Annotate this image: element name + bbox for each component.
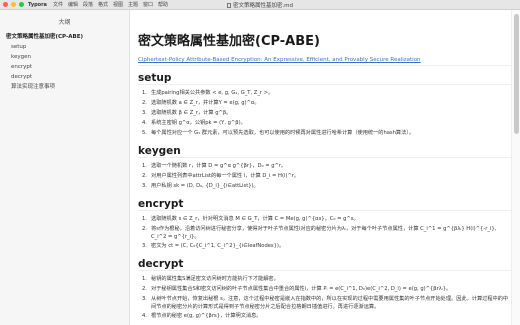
list-item: 1. 生成pairing相关公共参数 < e, g, G₁, G_T, Z_r >… xyxy=(142,90,274,96)
list-item: 4. 根节点的秘密 e(g, g)^{βrs}，计算明文消息。 xyxy=(142,313,262,319)
outline-item-keygen[interactable]: keygen xyxy=(0,52,129,62)
list-item: 2. 将s作为根秘，沿着访问树进行秘密分享，使得对于叶子节点属性i对应的秘密分片为… xyxy=(142,226,497,240)
section-heading-setup: setup xyxy=(138,71,511,85)
list-item: 1. 选取一个随机数 r，计算 D = g^α g^{βr}，D₀ = g^r。 xyxy=(142,163,287,169)
list-item: 1. 选取随机数 s ∈ Z_r，针对明文消息 M ∈ G_T，计算 C = Me… xyxy=(142,216,359,222)
decrypt-list: 1. 秘钥的属性集S满足密文访问树时方能执行下才能解密。 2. 对于秘钥属性集合S和… xyxy=(142,275,511,322)
keygen-list: 1. 选取一个随机数 r，计算 D = g^α g^{βr}，D₀ = g^r。 … xyxy=(142,162,511,192)
list-item: 3. 密文为 ct = (C, C₀{C_i^1, C_i^2}_{i∈leafN… xyxy=(142,243,285,249)
outline-item-encrypt[interactable]: encrypt xyxy=(0,62,129,72)
page-title: 密文策略属性基加密(CP-ABE) xyxy=(138,34,320,49)
sidebar-title: 大纲 xyxy=(58,19,71,26)
list-item: 2. 对用户属性列表中attrList的每一个属性 i，计算 D_i = H(i)… xyxy=(142,173,300,179)
list-item: 3. 选取随机数 β ∈ Z_r，计算 g^β。 xyxy=(142,110,232,116)
list-item: 3. 从树叶节点开始，恢复出秘根 s，注意，这个过程中秘密是嵌入在指数中的，所以在… xyxy=(142,296,509,310)
outline-item-decrypt[interactable]: decrypt xyxy=(0,72,129,82)
encrypt-list: 1. 选取随机数 s ∈ Z_r，针对明文消息 M ∈ G_T，计算 C = Me… xyxy=(142,215,511,252)
paper-link[interactable]: Ciphertext-Policy Attribute-Based Encryp… xyxy=(138,57,511,66)
list-item: 3. 用户私钥 sk = (D, D₀, {D_i}_{i∈attList})。 xyxy=(142,183,259,189)
section-heading-keygen: keygen xyxy=(138,144,511,158)
setup-list: 1. 生成pairing相关公共参数 < e, g, G₁, G_T, Z_r >… xyxy=(142,89,511,139)
section-heading-decrypt: decrypt xyxy=(138,257,511,271)
document-icon xyxy=(226,2,231,8)
outline-sidebar: 大纲 密文策略属性基加密(CP-ABE) setup keygen encryp… xyxy=(0,10,130,325)
list-item: 2. 对于秘钥属性集合S和密文访问树的叶子节点属性集合中重合的属性i，计算 Pᵢ … xyxy=(142,286,452,292)
section-heading-encrypt: encrypt xyxy=(138,197,511,211)
outline-item-setup[interactable]: setup xyxy=(0,42,129,52)
editor-content[interactable]: 密文策略属性基加密(CP-ABE) Ciphertext-Policy Attr… xyxy=(131,10,511,325)
list-item: 1. 秘钥的属性集S满足密文访问树时方能执行下才能解密。 xyxy=(142,276,279,282)
outline-item-title[interactable]: 密文策略属性基加密(CP-ABE) xyxy=(0,32,129,42)
vertical-scrollbar[interactable] xyxy=(511,10,520,325)
outline-list: 密文策略属性基加密(CP-ABE) setup keygen encrypt d… xyxy=(0,32,129,92)
menu-bar: Typora 文件 编辑 段落 格式 视图 主题 窗口 帮助 密文策略属性基加密… xyxy=(0,0,520,10)
window-title-text: 密文策略属性基加密.md xyxy=(232,3,294,9)
list-item: 2. 选取随机数 a ∈ Z_r，并计算Y = e(g, g)^α。 xyxy=(142,100,260,106)
scrollbar-thumb[interactable] xyxy=(514,14,519,134)
list-item: 4. 系统主密钥 g^α，公钥pk = (Y, g^β)。 xyxy=(142,120,246,126)
outline-item-notes[interactable]: 算法实现注意事项 xyxy=(0,82,129,92)
list-item: 5. 每个属性对应一个 G₁ 群元素，可以预先选取，也可以使用的时候再对属性进行哈… xyxy=(142,130,415,136)
window-title: 密文策略属性基加密.md xyxy=(0,1,520,9)
